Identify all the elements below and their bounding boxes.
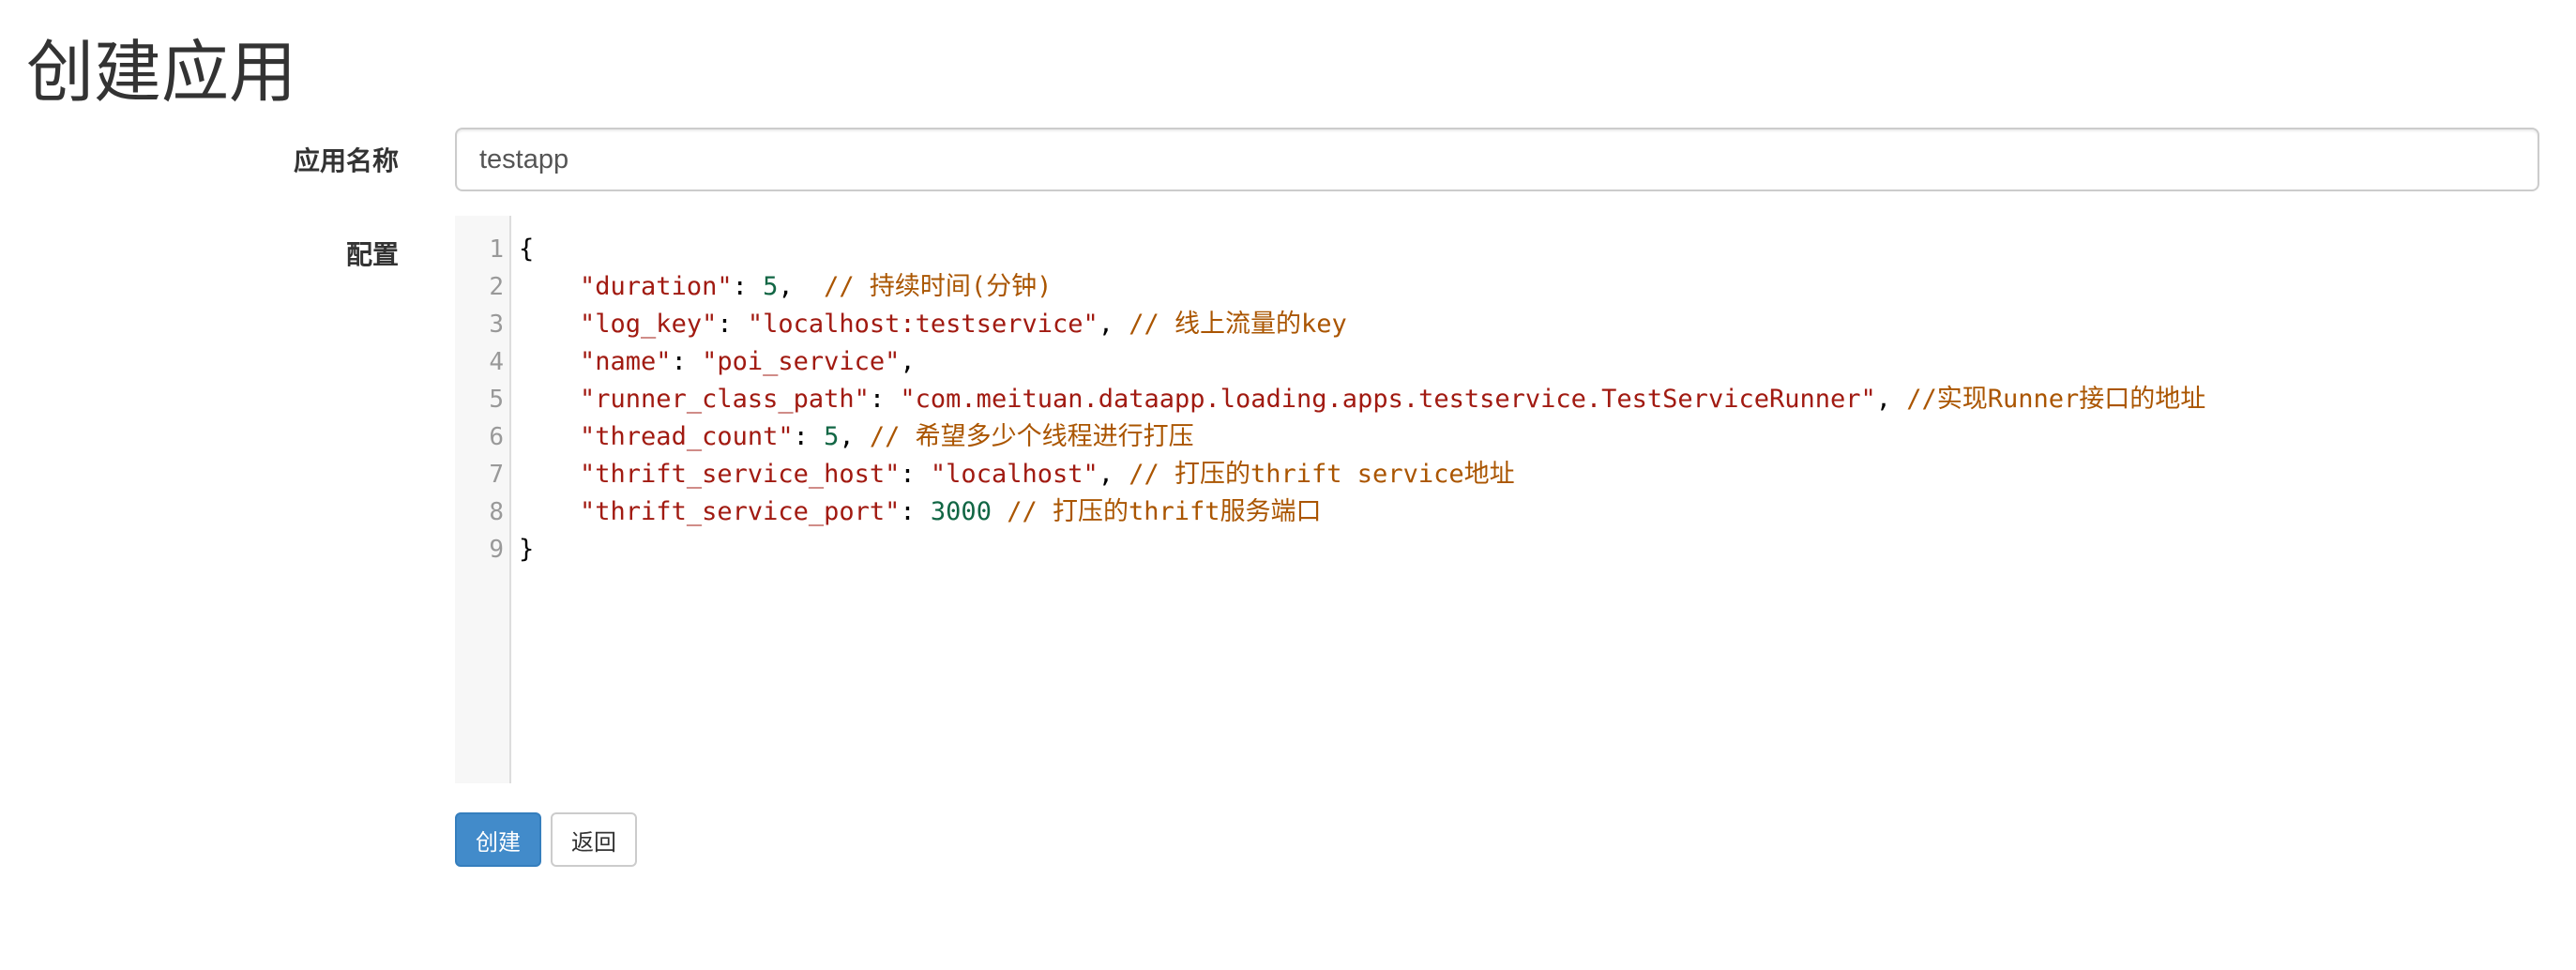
- line-number: 9: [489, 536, 504, 564]
- code-token-comment: // 打压的thrift service地址: [1129, 460, 1515, 489]
- code-token-comment: // 线上流量的key: [1129, 310, 1347, 339]
- code-token-punct: [519, 460, 580, 489]
- code-token-comment: // 打压的thrift服务端口: [1007, 497, 1322, 526]
- code-token-comment: // 持续时间(分钟): [824, 272, 1053, 301]
- code-token-punct: [519, 272, 580, 301]
- line-text: "name": "poi_service",: [519, 343, 916, 381]
- code-token-num: 5: [824, 422, 840, 451]
- line-number: 5: [489, 386, 504, 414]
- line-text: }: [519, 531, 534, 568]
- code-token-punct: {: [519, 235, 535, 264]
- config-code-editor[interactable]: 1{2 "duration": 5, // 持续时间(分钟) 3 "log_key…: [455, 216, 2539, 783]
- line-number: 2: [489, 273, 504, 301]
- code-line[interactable]: 5 "runner_class_path": "com.meituan.data…: [489, 381, 2539, 418]
- code-line[interactable]: 2 "duration": 5, // 持续时间(分钟): [489, 268, 2539, 306]
- code-token-punct: :: [900, 497, 931, 526]
- code-token-punct: [519, 347, 580, 376]
- code-token-key: "thrift_service_host": [580, 460, 901, 489]
- code-line[interactable]: 6 "thread_count": 5, // 希望多少个线程进行打压: [489, 418, 2539, 456]
- code-token-punct: ,: [900, 347, 916, 376]
- code-token-punct: :: [793, 422, 825, 451]
- code-token-str: "poi_service": [702, 347, 901, 376]
- code-token-punct: :: [900, 460, 931, 489]
- code-token-comment: //实现Runner接口的地址: [1906, 385, 2206, 414]
- code-token-str: "com.meituan.dataapp.loading.apps.testse…: [900, 385, 1876, 414]
- code-token-punct: ,: [1875, 385, 1907, 414]
- code-line[interactable]: 7 "thrift_service_host": "localhost", //…: [489, 456, 2539, 493]
- line-text: "thrift_service_host": "localhost", // 打…: [519, 456, 1515, 493]
- code-token-punct: ,: [1098, 460, 1129, 489]
- code-token-key: "runner_class_path": [580, 385, 870, 414]
- code-token-punct: [519, 497, 580, 526]
- config-label: 配置: [345, 239, 399, 270]
- line-number: 3: [489, 311, 504, 339]
- line-text: "thrift_service_port": 3000 // 打压的thrift…: [519, 493, 1322, 531]
- code-token-str: "localhost:testservice": [747, 310, 1099, 339]
- line-text: {: [519, 231, 534, 268]
- code-token-punct: [992, 497, 1007, 526]
- code-line[interactable]: 3 "log_key": "localhost:testservice", //…: [489, 306, 2539, 343]
- code-token-num: 5: [763, 272, 779, 301]
- code-line[interactable]: 8 "thrift_service_port": 3000 // 打压的thri…: [489, 493, 2539, 531]
- line-text: "log_key": "localhost:testservice", // 线…: [519, 306, 1347, 343]
- code-token-key: "thread_count": [580, 422, 794, 451]
- code-token-comment: // 希望多少个线程进行打压: [869, 422, 1194, 451]
- code-token-num: 3000: [930, 497, 992, 526]
- line-number: 1: [489, 235, 504, 264]
- back-button[interactable]: 返回: [551, 812, 637, 867]
- code-line[interactable]: 1{: [489, 231, 2539, 268]
- code-content[interactable]: 1{2 "duration": 5, // 持续时间(分钟) 3 "log_key…: [489, 231, 2539, 568]
- code-token-str: "localhost": [930, 460, 1099, 489]
- code-token-key: "duration": [580, 272, 733, 301]
- code-token-key: "log_key": [580, 310, 718, 339]
- code-token-punct: :: [717, 310, 748, 339]
- code-token-punct: ,: [778, 272, 825, 301]
- code-token-punct: [519, 422, 580, 451]
- code-token-punct: :: [732, 272, 764, 301]
- code-token-key: "thrift_service_port": [580, 497, 901, 526]
- line-text: "runner_class_path": "com.meituan.dataap…: [519, 381, 2205, 418]
- app-name-label: 应用名称: [293, 145, 399, 176]
- code-token-punct: }: [519, 535, 535, 564]
- create-button[interactable]: 创建: [455, 812, 541, 867]
- line-text: "thread_count": 5, // 希望多少个线程进行打压: [519, 418, 1194, 456]
- line-number: 8: [489, 498, 504, 526]
- line-text: "duration": 5, // 持续时间(分钟): [519, 268, 1052, 306]
- code-line[interactable]: 9}: [489, 531, 2539, 568]
- code-token-punct: :: [671, 347, 703, 376]
- line-number: 6: [489, 423, 504, 451]
- code-line[interactable]: 4 "name": "poi_service",: [489, 343, 2539, 381]
- code-token-punct: [519, 385, 580, 414]
- code-token-punct: ,: [1098, 310, 1129, 339]
- code-token-key: "name": [580, 347, 672, 376]
- code-token-punct: :: [869, 385, 901, 414]
- page-title: 创建应用: [26, 33, 297, 112]
- code-token-punct: ,: [839, 422, 870, 451]
- line-number: 4: [489, 348, 504, 376]
- code-token-punct: [519, 310, 580, 339]
- line-number: 7: [489, 461, 504, 489]
- app-name-input[interactable]: [455, 128, 2539, 191]
